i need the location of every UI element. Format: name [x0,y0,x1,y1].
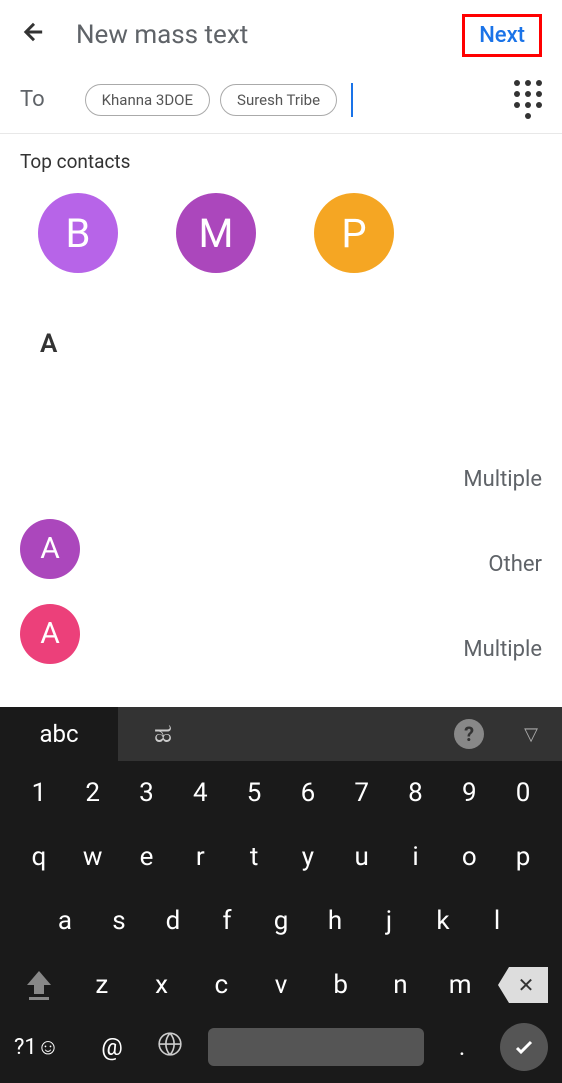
dialpad-icon[interactable] [514,80,542,119]
recipient-chips: Khanna 3DOE Suresh Tribe [85,83,353,117]
text-cursor [351,83,353,117]
key[interactable]: 7 [335,778,389,808]
top-contact-avatar[interactable]: M [176,193,256,273]
top-contacts-label: Top contacts [0,134,562,185]
top-contact-avatar[interactable]: B [38,193,118,273]
contact-type-label: Multiple [463,467,542,498]
key[interactable]: r [173,842,227,872]
top-contact-avatar[interactable]: P [314,193,394,273]
alpha-section-header: A [0,309,562,379]
contact-type-label: Other [488,552,542,583]
key[interactable]: 5 [227,778,281,808]
contact-row[interactable]: Multiple [0,421,562,506]
contact-row[interactable]: A Other [0,506,562,591]
keyboard-row: q w e r t y u i o p [0,825,562,889]
key[interactable]: t [227,842,281,872]
key[interactable]: j [362,906,416,936]
key[interactable]: c [191,970,251,1000]
key[interactable]: 0 [496,778,550,808]
to-field-row: To Khanna 3DOE Suresh Tribe [0,70,562,134]
key[interactable]: 9 [442,778,496,808]
keyboard-row: a s d f g h j k l [0,889,562,953]
key[interactable]: 8 [389,778,443,808]
contact-type-label: Multiple [463,637,542,668]
key[interactable]: 2 [66,778,120,808]
keyboard: abc ಹ ? ▽ 1 2 3 4 5 6 7 8 9 0 q w e r t … [0,707,562,1083]
key[interactable]: h [308,906,362,936]
backspace-key[interactable]: ✕ [498,967,548,1003]
keyboard-collapse-icon[interactable]: ▽ [524,724,538,745]
key[interactable]: f [200,906,254,936]
key[interactable]: b [311,970,371,1000]
key[interactable]: z [72,970,132,1000]
at-key[interactable]: @ [92,1033,132,1061]
period-key[interactable]: . [442,1033,482,1061]
recipient-chip[interactable]: Suresh Tribe [220,84,337,116]
key[interactable]: g [254,906,308,936]
key[interactable]: x [132,970,192,1000]
keyboard-mode-abc[interactable]: abc [0,708,118,760]
key[interactable]: k [416,906,470,936]
key[interactable]: p [496,842,550,872]
top-contacts-row: B M P [0,185,562,309]
contact-row[interactable]: A Multiple [0,591,562,676]
recipient-chip[interactable]: Khanna 3DOE [85,84,210,116]
key[interactable]: y [281,842,335,872]
symbols-key[interactable]: ?1☺ [14,1034,74,1060]
key[interactable]: o [442,842,496,872]
globe-icon[interactable] [150,1031,190,1063]
key[interactable]: d [146,906,200,936]
enter-key[interactable] [500,1023,548,1071]
key[interactable]: u [335,842,389,872]
shift-key[interactable] [14,971,64,1000]
key[interactable]: 1 [12,778,66,808]
next-button[interactable]: Next [479,23,525,48]
keyboard-row: z x c v b n m ✕ [0,953,562,1017]
key[interactable]: 4 [173,778,227,808]
key[interactable]: l [470,906,524,936]
contact-avatar: A [20,519,80,579]
keyboard-bottom-row: ?1☺ @ . [0,1017,562,1083]
key[interactable]: s [92,906,146,936]
contact-avatar: A [20,604,80,664]
key[interactable]: v [251,970,311,1000]
key[interactable]: e [120,842,174,872]
key[interactable]: w [66,842,120,872]
spacebar-key[interactable] [208,1028,424,1066]
key[interactable]: q [12,842,66,872]
keyboard-alt-script[interactable]: ಹ [154,719,454,750]
back-arrow-icon[interactable] [20,18,48,53]
key[interactable]: i [389,842,443,872]
keyboard-help-icon[interactable]: ? [454,719,484,749]
page-title: New mass text [76,20,462,50]
key[interactable]: m [430,970,490,1000]
key[interactable]: 6 [281,778,335,808]
key[interactable]: a [38,906,92,936]
key[interactable]: 3 [120,778,174,808]
key[interactable]: n [371,970,431,1000]
next-button-highlight: Next [462,14,542,57]
keyboard-number-row: 1 2 3 4 5 6 7 8 9 0 [0,761,562,825]
to-label: To [20,87,45,112]
